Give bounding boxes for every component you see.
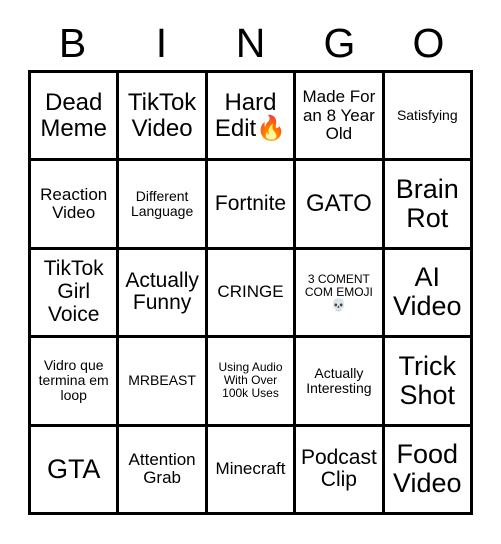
bingo-cell-r3c5[interactable]: AI Video	[384, 249, 473, 339]
header-letter-o: O	[412, 19, 445, 66]
bingo-cell-r5c2[interactable]: Attention Grab	[119, 426, 208, 515]
bingo-cell-label: Reaction Video	[40, 184, 108, 223]
bingo-cell-label: GTA	[46, 453, 101, 484]
bingo-cell-r2c4[interactable]: GATO	[296, 161, 385, 250]
bingo-cell-label: Fortnite	[214, 191, 287, 215]
header-letter-i: I	[155, 19, 168, 66]
bingo-cell-label: GATO	[305, 190, 372, 218]
bingo-cell-r4c2[interactable]: MRBEAST	[119, 338, 208, 427]
bingo-cell-label: Vidro que termina em loop	[38, 357, 109, 404]
bingo-cell-label: 3 COMENT COM EMOJI 💀	[304, 272, 373, 312]
bingo-cell-r3c4[interactable]: 3 COMENT COM EMOJI 💀	[296, 249, 385, 339]
bingo-cell-label: Satisfying	[396, 107, 458, 124]
bingo-cell-r4c3[interactable]: Using Audio With Over 100k Uses	[207, 338, 297, 427]
bingo-cell-r3c2[interactable]: Actually Funny	[119, 249, 208, 339]
bingo-header: B I N G O	[28, 16, 473, 70]
bingo-cell-r2c5[interactable]: Brain Rot	[384, 161, 473, 250]
bingo-cell-r5c1[interactable]: GTA	[31, 426, 120, 515]
bingo-cell-label: Attention Grab	[128, 449, 196, 488]
bingo-cell-label: AI Video	[393, 262, 462, 322]
bingo-card: B I N G O Dead Meme TikTok Video Hard Edit…	[0, 0, 501, 544]
bingo-cell-r1c5[interactable]: Satisfying	[384, 73, 473, 162]
bingo-cell-label: Brain Rot	[395, 173, 459, 234]
bingo-cell-label: Podcast Clip	[300, 445, 377, 492]
bingo-cell-r4c4[interactable]: Actually Interesting	[296, 338, 385, 427]
bingo-cell-r4c1[interactable]: Vidro que termina em loop	[31, 338, 120, 427]
bingo-cell-label: Made For an 8 Year Old	[302, 87, 376, 143]
bingo-cell-label: Food Video	[393, 439, 462, 499]
bingo-cell-label: Dead Meme	[40, 88, 108, 142]
bingo-cell-label: Trick Shot	[398, 350, 457, 410]
bingo-cell-label: TikTok Girl Voice	[43, 257, 104, 326]
bingo-cell-label: Different Language	[130, 187, 194, 220]
bingo-cell-r5c5[interactable]: Food Video	[384, 426, 473, 515]
bingo-cell-r2c2[interactable]: Different Language	[119, 161, 208, 250]
bingo-cell-label: Using Audio With Over 100k Uses	[218, 360, 283, 401]
bingo-cell-label: Actually Funny	[125, 268, 199, 315]
bingo-cell-r3c3[interactable]: CRINGE	[207, 249, 297, 339]
bingo-cell-label: MRBEAST	[128, 372, 196, 389]
header-letter-g: G	[323, 19, 356, 66]
bingo-grid: Dead Meme TikTok Video Hard Edit🔥 Made For …	[28, 70, 473, 515]
bingo-cell-label: TikTok Video	[127, 88, 197, 142]
bingo-cell-r1c2[interactable]: TikTok Video	[119, 73, 208, 162]
bingo-cell-label: CRINGE	[217, 282, 284, 302]
header-letter-b: B	[58, 19, 87, 66]
bingo-cell-label: Actually Interesting	[306, 364, 372, 396]
bingo-cell-r3c1[interactable]: TikTok Girl Voice	[31, 249, 120, 339]
bingo-cell-label: Hard Edit🔥	[214, 88, 287, 142]
bingo-cell-r5c3[interactable]: Minecraft	[207, 426, 297, 515]
header-letter-n: N	[235, 19, 266, 66]
bingo-cell-r1c4[interactable]: Made For an 8 Year Old	[296, 73, 385, 162]
bingo-cell-label: Minecraft	[215, 459, 286, 479]
bingo-cell-r2c1[interactable]: Reaction Video	[31, 161, 120, 250]
bingo-cell-r5c4[interactable]: Podcast Clip	[296, 426, 385, 515]
bingo-cell-r4c5[interactable]: Trick Shot	[384, 338, 473, 427]
bingo-cell-r1c1[interactable]: Dead Meme	[31, 73, 120, 162]
bingo-cell-r1c3[interactable]: Hard Edit🔥	[207, 73, 297, 162]
bingo-cell-r2c3[interactable]: Fortnite	[207, 161, 297, 250]
